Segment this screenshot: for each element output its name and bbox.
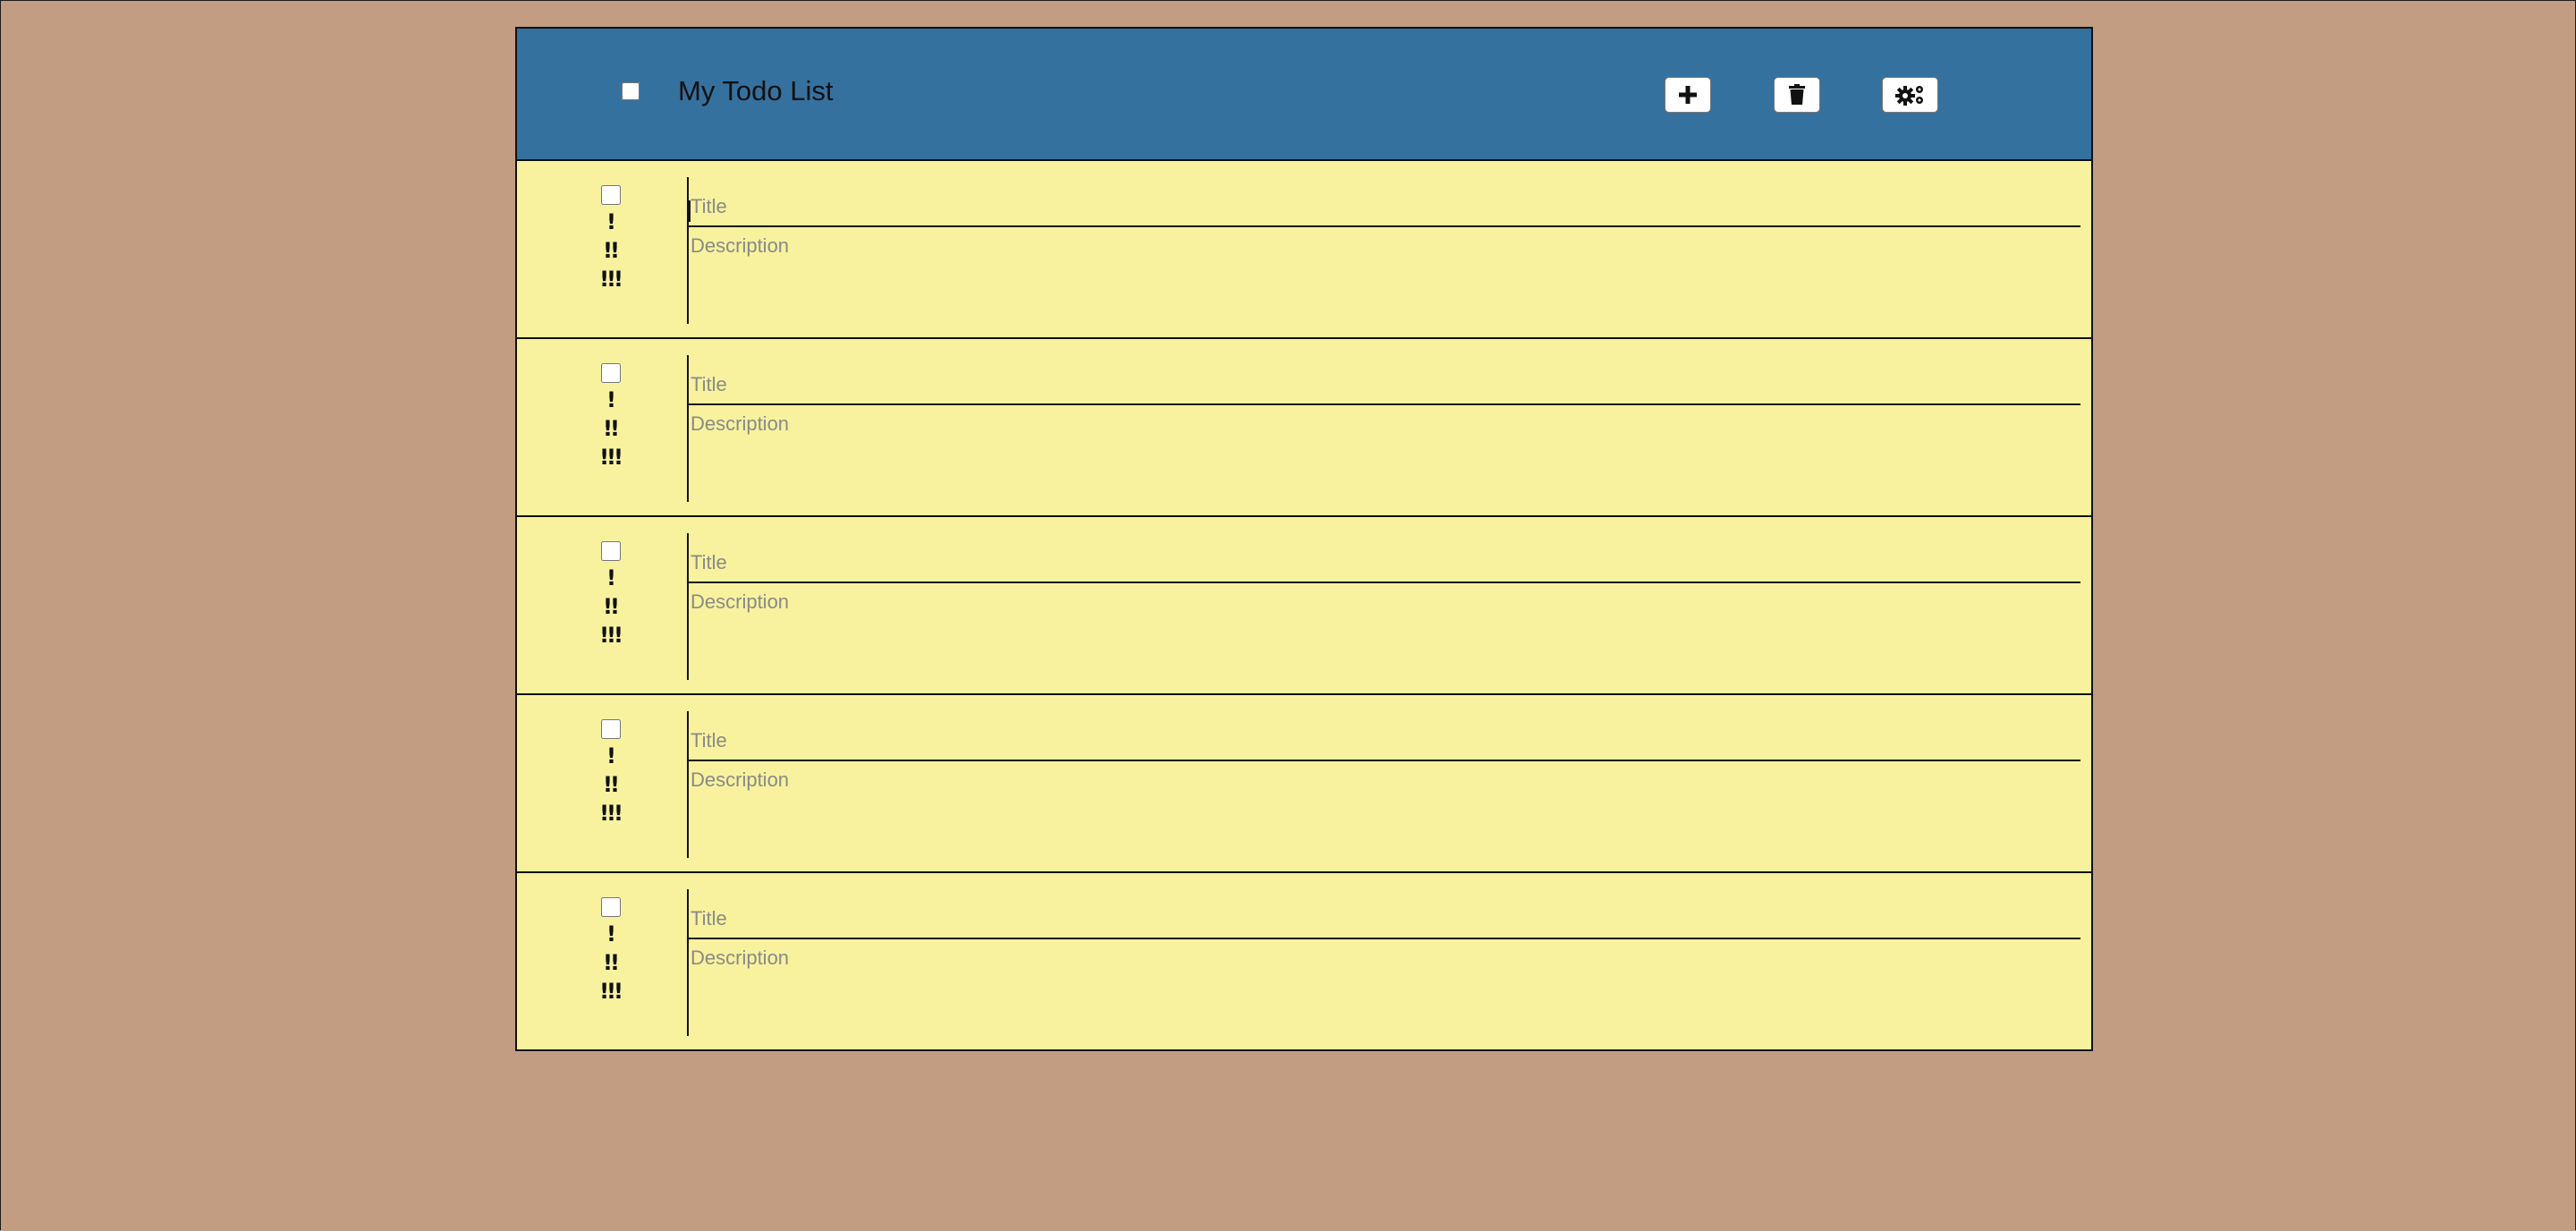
priority-medium-button[interactable]: !! (587, 240, 633, 261)
todo-item: ! !! !!! (517, 339, 2091, 517)
priority-low-button[interactable]: ! (587, 923, 633, 945)
select-all-checkbox[interactable] (622, 82, 640, 100)
priority-low-button[interactable]: ! (587, 745, 633, 767)
todo-description-input[interactable] (689, 229, 2080, 318)
priority-medium-button[interactable]: !! (587, 418, 633, 439)
todo-item: ! !! !!! (517, 873, 2091, 1049)
todo-description-input[interactable] (689, 407, 2080, 497)
todo-done-checkbox[interactable] (601, 363, 621, 383)
todo-item: ! !! !!! (517, 517, 2091, 695)
todo-description-input[interactable] (689, 941, 2080, 1031)
priority-low-button[interactable]: ! (587, 389, 633, 411)
delete-todos-button[interactable] (1774, 77, 1820, 113)
app-header: My Todo List (517, 29, 2091, 161)
todo-app: My Todo List ! !! !!! Title Description … (515, 27, 2093, 1051)
priority-high-button[interactable]: !!! (587, 624, 633, 646)
priority-low-button[interactable]: ! (587, 567, 633, 589)
priority-medium-button[interactable]: !! (587, 596, 633, 617)
plus-icon (1678, 85, 1698, 105)
app-title: My Todo List (678, 75, 834, 106)
priority-high-button[interactable]: !!! (587, 802, 633, 824)
todo-title-input[interactable] (689, 900, 2080, 939)
todo-done-checkbox[interactable] (601, 185, 621, 205)
trash-icon (1788, 84, 1806, 106)
priority-high-button[interactable]: !!! (587, 446, 633, 468)
todo-title-input[interactable] (689, 188, 2080, 227)
priority-medium-button[interactable]: !! (587, 952, 633, 973)
todo-item: ! !! !!! (517, 695, 2091, 873)
settings-button[interactable] (1882, 77, 1938, 113)
priority-high-button[interactable]: !!! (587, 268, 633, 290)
priority-low-button[interactable]: ! (587, 211, 633, 233)
todo-done-checkbox[interactable] (601, 541, 621, 561)
todo-title-input[interactable] (689, 544, 2080, 583)
todo-item: ! !! !!! (517, 161, 2091, 339)
priority-medium-button[interactable]: !! (587, 774, 633, 795)
gears-icon (1894, 84, 1926, 106)
todo-description-input[interactable] (689, 585, 2080, 675)
text-cursor (689, 200, 691, 222)
priority-high-button[interactable]: !!! (587, 981, 633, 1002)
todo-done-checkbox[interactable] (601, 719, 621, 739)
todo-description-input[interactable] (689, 763, 2080, 853)
todo-title-input[interactable] (689, 366, 2080, 405)
todo-title-input[interactable] (689, 722, 2080, 761)
todo-done-checkbox[interactable] (601, 897, 621, 917)
add-todo-button[interactable] (1665, 77, 1711, 113)
